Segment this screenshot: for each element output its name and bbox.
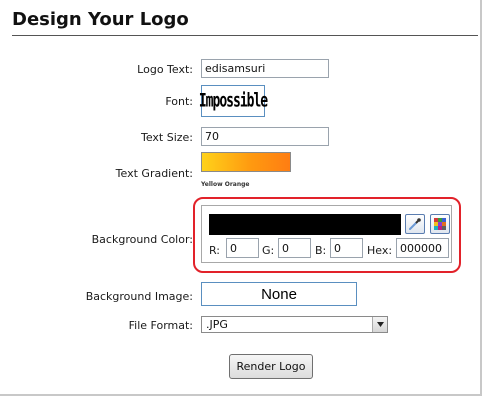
background-image-value: None (261, 285, 297, 303)
logo-text-label: Logo Text: (137, 63, 193, 76)
font-preview-text: Impossible (198, 90, 268, 112)
background-image-button[interactable]: None (201, 282, 357, 306)
chevron-down-icon[interactable] (372, 317, 387, 332)
eyedropper-button[interactable] (405, 214, 425, 234)
file-format-label: File Format: (128, 319, 193, 332)
background-color-label: Background Color: (91, 233, 193, 246)
hex-label: Hex: (367, 244, 393, 257)
b-input[interactable]: 0 (330, 238, 363, 258)
g-label: G: (262, 244, 275, 257)
g-input[interactable]: 0 (278, 238, 311, 258)
render-logo-button[interactable]: Render Logo (229, 354, 313, 379)
title-divider (12, 35, 478, 36)
text-size-label: Text Size: (140, 131, 193, 144)
file-format-select[interactable]: .JPG (201, 316, 388, 333)
text-gradient-label: Text Gradient: (115, 167, 193, 180)
render-logo-label: Render Logo (236, 360, 306, 373)
r-input[interactable]: 0 (226, 238, 259, 258)
file-format-selected: .JPG (206, 318, 228, 331)
font-label: Font: (165, 95, 193, 108)
page-title: Design Your Logo (12, 9, 189, 30)
eyedropper-icon (409, 218, 421, 230)
hex-input[interactable]: 000000 (396, 238, 449, 258)
logo-text-input[interactable]: edisamsuri (201, 59, 329, 78)
font-preview-button[interactable]: Impossible (198, 85, 268, 117)
background-image-label: Background Image: (85, 290, 193, 303)
palette-grid-icon (434, 218, 446, 230)
b-label: B: (315, 244, 327, 257)
r-label: R: (209, 244, 221, 257)
text-gradient-swatch[interactable] (201, 152, 291, 172)
palette-button[interactable] (430, 214, 450, 234)
text-size-input[interactable]: 70 (201, 127, 329, 146)
text-gradient-caption: Yellow Orange (201, 181, 250, 188)
background-color-swatch[interactable] (209, 214, 401, 235)
